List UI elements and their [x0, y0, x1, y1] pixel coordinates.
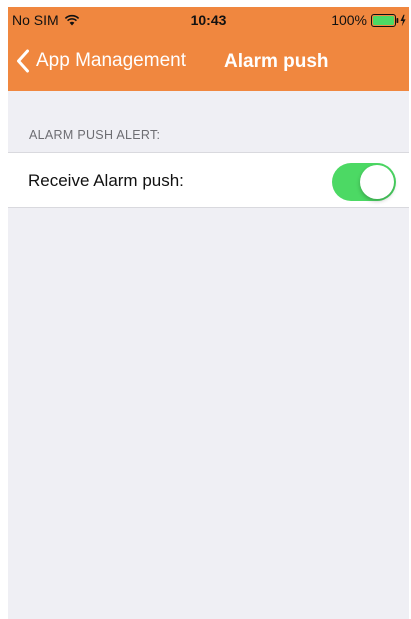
row-label: Receive Alarm push: — [28, 171, 184, 190]
receive-alarm-push-toggle[interactable] — [332, 163, 396, 201]
status-bar: No SIM 10:43 100% — [8, 7, 409, 33]
charging-bolt-icon — [400, 14, 406, 26]
battery-percent: 100% — [331, 12, 367, 28]
section-header: ALARM PUSH ALERT: — [29, 128, 161, 142]
chevron-left-icon — [17, 49, 29, 73]
app-screen: No SIM 10:43 100% App Management Alarm p… — [8, 7, 409, 619]
header: No SIM 10:43 100% App Management Alarm p… — [8, 7, 409, 91]
back-label: App Management — [36, 50, 186, 71]
toggle-knob — [360, 165, 394, 199]
battery-icon — [371, 13, 406, 27]
back-button[interactable]: App Management — [16, 45, 186, 77]
page-title: Alarm push — [224, 51, 329, 72]
status-right: 100% — [331, 12, 407, 28]
settings-row-receive-alarm-push: Receive Alarm push: — [8, 152, 409, 208]
navigation-bar: App Management Alarm push — [8, 37, 409, 85]
